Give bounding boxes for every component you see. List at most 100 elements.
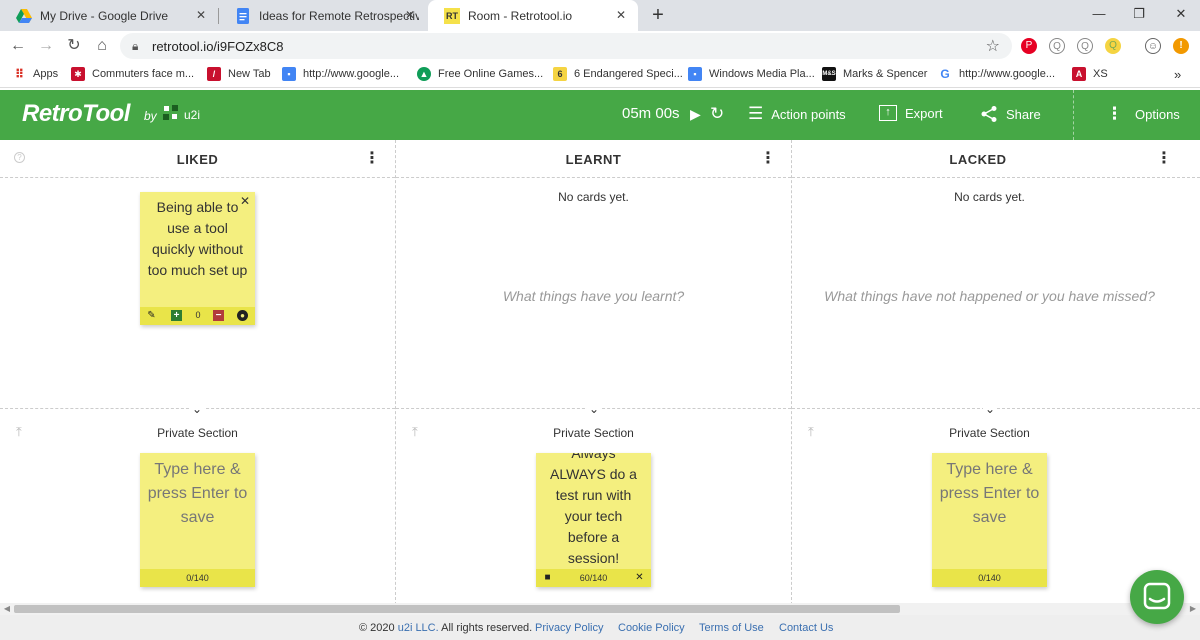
tab-google-drive[interactable]: My Drive - Google Drive ✕ [0, 0, 218, 31]
bookmark-label: Windows Media Pla... [709, 68, 815, 80]
close-tab-icon[interactable]: ✕ [403, 8, 417, 22]
bookmark-apps[interactable]: ⠿ Apps [12, 67, 58, 81]
close-tab-icon[interactable]: ✕ [614, 8, 628, 22]
empty-column-message: No cards yet. [954, 190, 1025, 204]
card-text: Being able to use a tool quickly without… [147, 199, 248, 278]
more-bookmarks-icon[interactable]: » [1174, 67, 1181, 82]
downvote-minus-icon[interactable]: − [213, 310, 224, 321]
private-section-title: Private Section [553, 426, 634, 440]
chevron-down-icon[interactable]: ⌄ [983, 402, 997, 416]
column-menu-icon[interactable]: ⋮ [364, 150, 380, 168]
private-draft-card[interactable]: Type here & press Enter to save 0/140 [932, 453, 1047, 587]
export-label: Export [905, 105, 943, 121]
bookmark-endangered[interactable]: 6 6 Endangered Speci... [553, 67, 683, 81]
retrotool-logo[interactable]: RetroTool [22, 100, 130, 128]
card-footer: 0/140 [140, 569, 255, 587]
copyright-year: © 2020 [359, 622, 395, 634]
column-lacked: LACKED ⋮ No cards yet. What things have … [792, 140, 1200, 605]
export-icon: ↑ [879, 105, 897, 121]
column-menu-icon[interactable]: ⋮ [760, 150, 776, 168]
edit-pencil-icon[interactable]: ✎ [146, 310, 157, 321]
bookmark-label: Apps [33, 68, 59, 80]
search-extension-icon[interactable]: Q [1077, 38, 1093, 54]
reset-timer-icon[interactable]: ↻ [710, 104, 724, 124]
bookmark-marks-spencer[interactable]: M&S Marks & Spencer [822, 67, 927, 81]
bookmark-google-2[interactable]: G http://www.google... [938, 67, 1055, 81]
timer-display: 05m 00s [622, 105, 680, 122]
address-bar[interactable]: 🔒︎ retrotool.io/i9FOZx8C8 ☆ [120, 33, 1012, 59]
tab-remote-retrospectives[interactable]: Ideas for Remote Retrospectives ✕ [219, 0, 427, 31]
options-label: Options [1135, 106, 1180, 122]
draft-text-area[interactable]: Always ALWAYS do a test run with your te… [536, 453, 651, 569]
draft-input[interactable]: Type here & press Enter to save [936, 458, 1043, 530]
reload-icon[interactable]: ↻ [64, 36, 84, 56]
search-extension-icon[interactable]: Q [1049, 38, 1065, 54]
u2i-brand-text: u2i [184, 108, 201, 122]
new-tab-button[interactable]: + [648, 5, 668, 25]
bookmark-label: Commuters face m... [92, 68, 195, 80]
scrollbar-thumb[interactable] [14, 605, 900, 613]
draft-input[interactable]: Type here & press Enter to save [144, 458, 251, 530]
company-link[interactable]: u2i LLC. [398, 622, 439, 634]
private-section-title: Private Section [157, 426, 238, 440]
profile-avatar-icon[interactable]: ☺ [1145, 38, 1161, 54]
sticky-card[interactable]: ✕ Being able to use a tool quickly witho… [140, 192, 255, 325]
minimize-window-icon[interactable]: — [1084, 4, 1114, 24]
private-draft-card[interactable]: Type here & press Enter to save 0/140 [140, 453, 255, 587]
retrotool-favicon-icon: RT [444, 7, 460, 24]
options-button[interactable]: ⋮ Options [1106, 105, 1180, 123]
tab-retrotool-room[interactable]: RT Room - Retrotool.io ✕ [428, 0, 638, 31]
pinterest-extension-icon[interactable]: P [1021, 38, 1037, 54]
bookmark-label: Free Online Games... [438, 68, 544, 80]
bookmark-xs[interactable]: A XS [1072, 67, 1108, 81]
character-counter: 0/140 [186, 573, 209, 583]
terms-of-use-link[interactable]: Terms of Use [699, 622, 764, 634]
bookmark-new-tab[interactable]: / New Tab [207, 67, 271, 81]
home-icon[interactable]: ⌂ [92, 36, 112, 56]
tab-title: Ideas for Remote Retrospectives [259, 8, 419, 23]
new-tab-site-icon: / [207, 67, 221, 81]
horizontal-scrollbar[interactable]: ◀ ▶ [0, 603, 1200, 615]
column-menu-icon[interactable]: ⋮ [1156, 150, 1172, 168]
scroll-right-arrow-icon[interactable]: ▶ [1188, 603, 1198, 615]
search-extension-icon[interactable]: Q [1105, 38, 1121, 54]
google-docs-icon [237, 7, 249, 24]
close-tab-icon[interactable]: ✕ [194, 8, 208, 22]
bookmark-label: XS [1093, 68, 1108, 80]
play-icon[interactable]: ▶ [690, 104, 701, 124]
google-icon: G [940, 67, 950, 81]
color-palette-icon[interactable]: ● [237, 310, 248, 321]
privacy-policy-link[interactable]: Privacy Policy [535, 622, 603, 634]
share-button[interactable]: Share [980, 105, 1041, 123]
scroll-left-arrow-icon[interactable]: ◀ [2, 603, 12, 615]
chevron-down-icon[interactable]: ⌄ [587, 402, 601, 416]
news-site-icon: ✱ [71, 67, 85, 81]
bookmark-star-icon[interactable]: ☆ [986, 36, 1000, 56]
upvote-plus-icon[interactable]: + [171, 310, 182, 321]
private-draft-card[interactable]: Always ALWAYS do a test run with your te… [536, 453, 651, 587]
header-divider [1073, 90, 1074, 140]
tab-title: My Drive - Google Drive [40, 8, 169, 23]
close-icon[interactable]: ✕ [634, 572, 645, 583]
cookie-policy-link[interactable]: Cookie Policy [618, 622, 685, 634]
chevron-down-icon[interactable]: ⌄ [190, 402, 204, 416]
animal-site-icon: 6 [553, 67, 567, 81]
lock-icon: 🔒︎ [132, 39, 139, 53]
restore-window-icon[interactable]: ❐ [1124, 4, 1154, 24]
action-points-button[interactable]: ☰ Action points [748, 105, 846, 123]
bookmark-free-games[interactable]: ▲ Free Online Games... [417, 67, 543, 81]
chat-button[interactable] [1130, 570, 1184, 624]
tab-title: Room - Retrotool.io [468, 8, 573, 23]
forward-arrow-icon[interactable]: → [36, 36, 56, 56]
bookmark-google-1[interactable]: ▪ http://www.google... [282, 67, 399, 81]
bookmark-commuters[interactable]: ✱ Commuters face m... [71, 67, 194, 81]
export-button[interactable]: ↑ Export [879, 105, 943, 121]
update-alert-icon[interactable]: ! [1173, 38, 1189, 54]
bookmark-windows-media[interactable]: ▪ Windows Media Pla... [688, 67, 815, 81]
contact-us-link[interactable]: Contact Us [779, 622, 833, 634]
close-window-icon[interactable]: ✕ [1166, 4, 1196, 24]
column-title: LACKED [949, 152, 1007, 167]
page-footer: © 2020 u2i LLC. All rights reserved. Pri… [0, 615, 1200, 640]
column-header: ? LIKED ⋮ [0, 140, 395, 178]
back-arrow-icon[interactable]: ← [8, 36, 28, 56]
